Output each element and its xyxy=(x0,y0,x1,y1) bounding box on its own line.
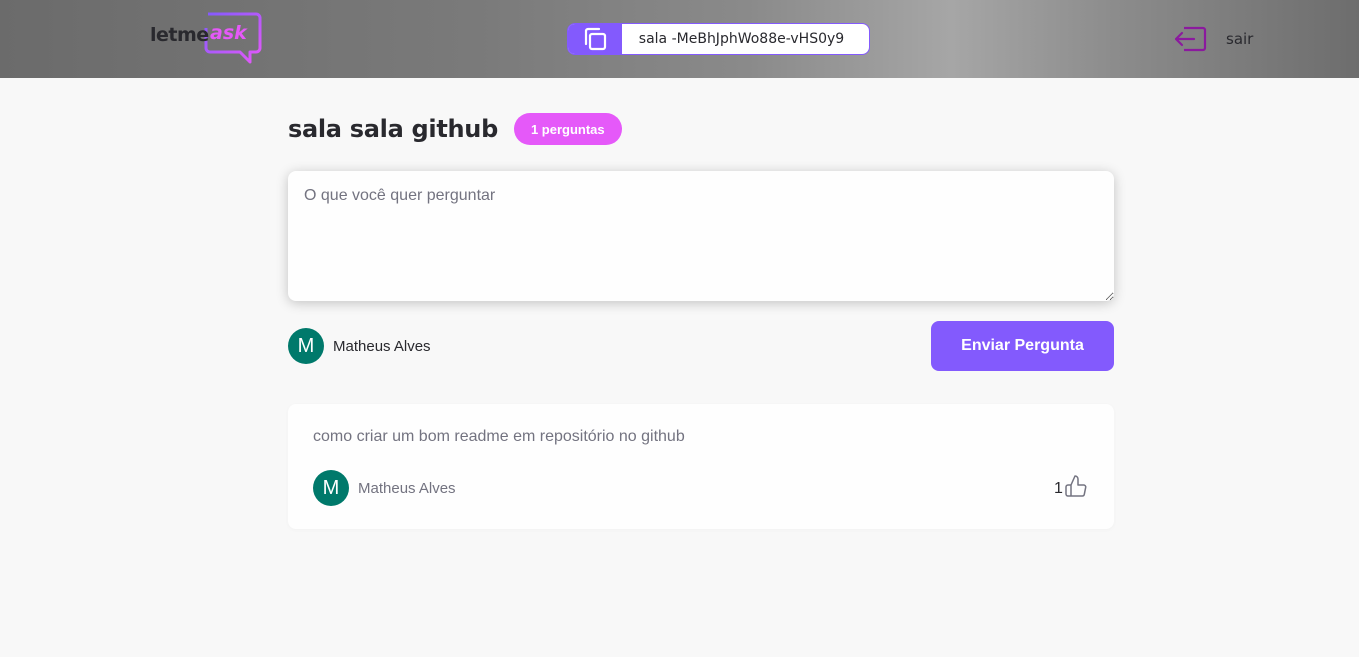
logo-suffix: ask xyxy=(210,22,247,44)
room-title-row: sala sala github 1 perguntas xyxy=(288,113,622,145)
avatar: M xyxy=(288,328,324,364)
question-content: como criar um bom readme em repositório … xyxy=(313,428,685,445)
app-header: letme ask sala -MeBhJphWo88e-vHS0y9 sair xyxy=(0,0,1359,78)
letmeask-logo[interactable]: letme ask xyxy=(150,12,262,64)
logout-button[interactable]: sair xyxy=(1172,24,1253,54)
room-code-button[interactable]: sala -MeBhJphWo88e-vHS0y9 xyxy=(567,23,870,55)
like-button[interactable]: 1 xyxy=(1054,474,1088,498)
room-code-text: sala -MeBhJphWo88e-vHS0y9 xyxy=(638,31,845,47)
page-title: sala sala github xyxy=(288,115,498,143)
question-card: como criar um bom readme em repositório … xyxy=(288,404,1114,529)
like-count: 1 xyxy=(1054,480,1063,497)
question-count-badge: 1 perguntas xyxy=(513,113,622,145)
logout-label: sair xyxy=(1226,30,1254,48)
question-input[interactable] xyxy=(288,171,1114,301)
author-name: Matheus Alves xyxy=(358,479,456,497)
send-question-button[interactable]: Enviar Pergunta xyxy=(931,321,1114,371)
question-author: M Matheus Alves xyxy=(313,470,456,506)
logout-icon xyxy=(1174,26,1207,52)
user-name: Matheus Alves xyxy=(333,337,431,355)
avatar: M xyxy=(313,470,349,506)
current-user-info: M Matheus Alves xyxy=(288,328,431,364)
logo-prefix: letme xyxy=(150,24,209,46)
thumbs-up-icon xyxy=(1065,475,1087,497)
copy-icon xyxy=(568,24,622,54)
